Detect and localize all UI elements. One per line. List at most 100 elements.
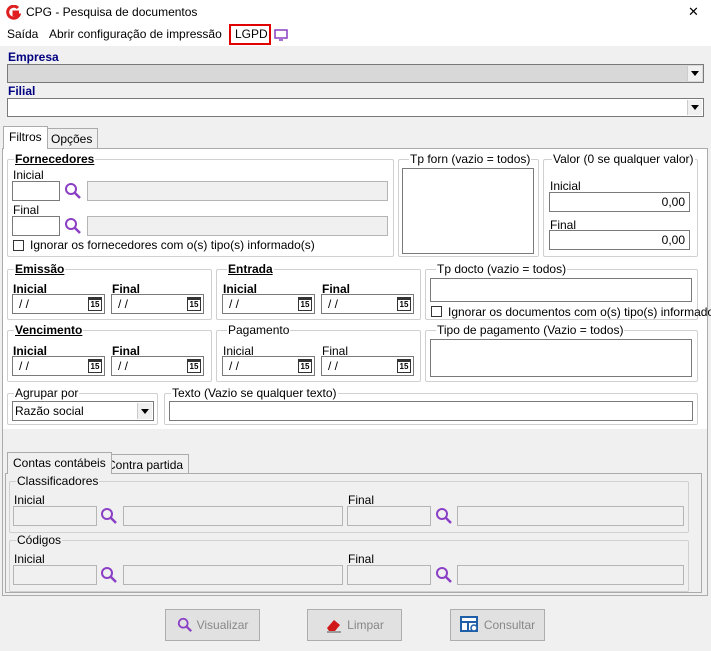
search-icon[interactable] [64, 182, 82, 200]
close-icon[interactable]: ✕ [688, 4, 699, 20]
emissao-final-value: / / [118, 297, 129, 311]
pagamento-final-value: / / [328, 359, 339, 373]
chevron-down-icon[interactable] [687, 66, 702, 81]
tpdocto-title: Tp docto (vazio = todos) [436, 262, 568, 276]
search-icon[interactable] [435, 507, 453, 525]
tab-contra-label: Contra partida [107, 458, 184, 472]
search-icon [177, 617, 192, 633]
agrupar-select[interactable]: Razão social [12, 401, 154, 421]
calendar-icon[interactable]: 15 [397, 359, 411, 373]
tab-opcoes[interactable]: Opções [45, 128, 99, 149]
ignorar-documentos-label: Ignorar os documentos com o(s) tipo(s) i… [448, 305, 711, 319]
vencimento-final-value: / / [118, 359, 129, 373]
entrada-inicial-value: / / [229, 297, 240, 311]
entrada-title: Entrada [227, 262, 274, 276]
menu-lgpd-label: LGPD [235, 27, 268, 41]
emissao-inicial-value: / / [19, 297, 30, 311]
visualizar-button[interactable]: Visualizar [165, 609, 260, 641]
codigo-inicial-input[interactable] [13, 565, 97, 585]
classificador-inicial-input[interactable] [13, 506, 97, 526]
calendar-icon[interactable]: 15 [187, 359, 201, 373]
vencimento-final-date[interactable]: / / 15 [111, 356, 204, 376]
entrada-final-date[interactable]: / / 15 [321, 294, 414, 314]
calendar-icon[interactable]: 15 [298, 297, 312, 311]
consultar-button[interactable]: Consultar [450, 609, 545, 641]
title-bar: CPG - Pesquisa de documentos ✕ [0, 0, 711, 24]
tab-filtros-label: Filtros [9, 130, 42, 144]
vencimento-title: Vencimento [14, 323, 84, 337]
calendar-icon[interactable]: 15 [88, 359, 102, 373]
classificadores-title: Classificadores [16, 474, 100, 488]
agrupar-title: Agrupar por [14, 386, 80, 400]
menu-saida[interactable]: Saída [7, 27, 38, 41]
emissao-title: Emissão [14, 262, 66, 276]
fornecedor-inicial-input[interactable] [12, 181, 60, 201]
pagamento-final-date[interactable]: / / 15 [321, 356, 414, 376]
tpforn-list[interactable] [402, 168, 534, 254]
limpar-button[interactable]: Limpar [307, 609, 402, 641]
classificadores-final-label: Final [348, 493, 375, 507]
agrupar-value: Razão social [15, 404, 84, 418]
codigos-inicial-label: Inicial [14, 552, 45, 566]
empresa-label: Empresa [8, 50, 59, 64]
codigo-final-desc [457, 565, 684, 585]
menu-lgpd[interactable]: LGPD [229, 24, 271, 45]
pagamento-inicial-date[interactable]: / / 15 [222, 356, 315, 376]
valor-inicial-input[interactable]: 0,00 [549, 192, 690, 212]
vencimento-inicial-date[interactable]: / / 15 [12, 356, 105, 376]
vencimento-inicial-value: / / [19, 359, 30, 373]
app-logo-icon [6, 5, 21, 20]
search-icon[interactable] [435, 566, 453, 584]
ignorar-documentos-checkbox[interactable] [431, 306, 442, 317]
tab-contas-contabeis[interactable]: Contas contábeis [7, 452, 112, 474]
calendar-icon[interactable]: 15 [298, 359, 312, 373]
tipopag-input[interactable] [430, 339, 692, 377]
codigo-inicial-desc [123, 565, 343, 585]
search-icon[interactable] [100, 566, 118, 584]
pagamento-inicial-value: / / [229, 359, 240, 373]
menu-config-impressao[interactable]: Abrir configuração de impressão [49, 27, 222, 41]
entrada-inicial-date[interactable]: / / 15 [222, 294, 315, 314]
tab-filtros[interactable]: Filtros [3, 126, 48, 149]
limpar-label: Limpar [347, 618, 384, 632]
valor-title: Valor (0 se qualquer valor) [552, 152, 695, 166]
chevron-down-icon[interactable] [687, 100, 702, 115]
texto-title: Texto (Vazio se qualquer texto) [171, 386, 338, 400]
ignorar-fornecedores-checkbox[interactable] [13, 240, 24, 251]
empresa-select[interactable] [7, 64, 704, 83]
fornecedor-final-input[interactable] [12, 216, 60, 236]
fornecedor-inicial-desc [87, 181, 388, 201]
calendar-icon[interactable]: 15 [187, 297, 201, 311]
tab-contas-label: Contas contábeis [13, 456, 106, 470]
eraser-icon [327, 620, 342, 633]
monitor-icon[interactable] [274, 29, 288, 41]
tab-contra-partida[interactable]: Contra partida [101, 454, 190, 474]
filial-select[interactable] [7, 98, 704, 117]
codigo-final-input[interactable] [347, 565, 431, 585]
ignorar-fornecedores-label: Ignorar os fornecedores com o(s) tipo(s)… [30, 238, 315, 252]
search-icon[interactable] [100, 507, 118, 525]
consultar-label: Consultar [483, 618, 536, 632]
valor-inicial-label: Inicial [550, 179, 581, 193]
fornecedor-final-desc [87, 216, 388, 236]
search-icon[interactable] [64, 217, 82, 235]
texto-input[interactable] [169, 401, 693, 421]
classificador-final-input[interactable] [347, 506, 431, 526]
classificador-final-desc [457, 506, 684, 526]
valor-final-input[interactable]: 0,00 [549, 230, 690, 250]
tpdocto-input[interactable] [430, 278, 692, 302]
emissao-inicial-date[interactable]: / / 15 [12, 294, 105, 314]
window-title: CPG - Pesquisa de documentos [26, 5, 198, 19]
filial-label: Filial [8, 84, 36, 98]
entrada-final-value: / / [328, 297, 339, 311]
fornecedores-title: Fornecedores [14, 152, 96, 166]
calendar-icon[interactable]: 15 [397, 297, 411, 311]
tpforn-title: Tp forn (vazio = todos) [409, 152, 532, 166]
pagamento-title: Pagamento [227, 323, 291, 337]
calendar-icon[interactable]: 15 [88, 297, 102, 311]
chevron-down-icon[interactable] [137, 403, 152, 419]
tipopag-title: Tipo de pagamento (Vazio = todos) [436, 323, 625, 337]
emissao-final-date[interactable]: / / 15 [111, 294, 204, 314]
visualizar-label: Visualizar [196, 618, 249, 632]
tab-opcoes-label: Opções [51, 132, 93, 146]
